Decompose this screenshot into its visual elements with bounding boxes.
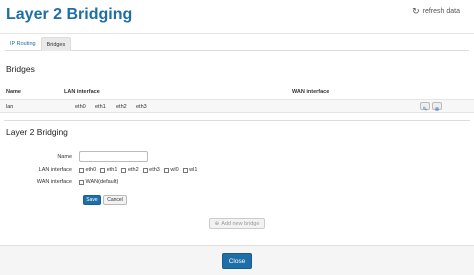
plus-circle-icon: ⊕: [214, 220, 220, 227]
close-button[interactable]: Close: [222, 253, 252, 269]
tab-ip-routing[interactable]: IP Routing: [5, 37, 41, 51]
checkbox[interactable]: [163, 167, 169, 173]
checkbox[interactable]: [142, 167, 148, 173]
page-header: Layer 2 Bridging ↻ refresh data: [0, 0, 474, 34]
delete-bridge-button[interactable]: ⊗: [432, 102, 442, 113]
edit-icon: ✎: [422, 107, 428, 113]
wan-interface-options: WAN(default): [79, 179, 118, 185]
checkbox[interactable]: [121, 167, 127, 173]
page-title: Layer 2 Bridging: [6, 6, 133, 23]
table-row: lan eth0 eth1 eth2 eth3 ✎ ⊗: [0, 99, 474, 113]
bridges-section-title: Bridges: [6, 64, 35, 74]
lan-interface-cell: eth2: [116, 104, 127, 110]
bridge-edit-panel: [4, 120, 470, 212]
refresh-data-label: refresh data: [422, 8, 460, 15]
name-label: Name: [57, 154, 72, 160]
wan-interface-label: WAN interface: [36, 179, 72, 185]
lan-option-eth3[interactable]: eth3: [142, 167, 160, 173]
lan-option-wl0[interactable]: wl0: [163, 167, 179, 173]
bridges-table-header: Name LAN interface WAN interface: [0, 89, 474, 97]
lan-interface-options: eth0 eth1 eth2 eth3 wl0 wl1: [79, 167, 197, 173]
checkbox[interactable]: [79, 179, 84, 185]
refresh-data-button[interactable]: ↻ refresh data: [412, 6, 460, 17]
lan-interface-cell: eth0: [75, 104, 86, 110]
add-new-bridge-button[interactable]: ⊕ Add new bridge: [209, 218, 265, 229]
refresh-icon: ↻: [412, 6, 420, 16]
column-header-lan-interface: LAN interface: [64, 89, 100, 95]
checkbox[interactable]: [100, 167, 106, 173]
lan-interface-label: LAN interface: [38, 167, 72, 173]
tab-bridges[interactable]: Bridges: [40, 37, 72, 51]
bridge-name-cell: lan: [6, 104, 14, 110]
save-button[interactable]: Save: [83, 195, 101, 205]
wan-option-default[interactable]: WAN(default): [79, 179, 118, 185]
column-header-name: Name: [6, 89, 21, 95]
lan-option-wl1[interactable]: wl1: [182, 167, 197, 173]
lan-option-eth2[interactable]: eth2: [121, 167, 139, 173]
checkbox[interactable]: [182, 167, 188, 173]
bridge-form-title: Layer 2 Bridging: [6, 127, 68, 137]
lan-option-eth1[interactable]: eth1: [100, 167, 117, 173]
lan-interface-cell: eth1: [95, 104, 106, 110]
remove-icon: ⊗: [434, 107, 440, 113]
bridge-name-input[interactable]: [79, 151, 148, 162]
edit-bridge-button[interactable]: ✎: [420, 102, 430, 113]
checkbox[interactable]: [79, 167, 84, 173]
add-new-bridge-label: Add new bridge: [221, 220, 260, 227]
column-header-wan-interface: WAN interface: [292, 89, 330, 95]
cancel-button[interactable]: Cancel: [103, 195, 127, 205]
row-actions: ✎ ⊗: [420, 102, 442, 113]
tab-bar: IP Routing Bridges: [5, 37, 469, 51]
lan-option-eth0[interactable]: eth0: [79, 167, 96, 173]
lan-interface-cell: eth3: [136, 104, 147, 110]
